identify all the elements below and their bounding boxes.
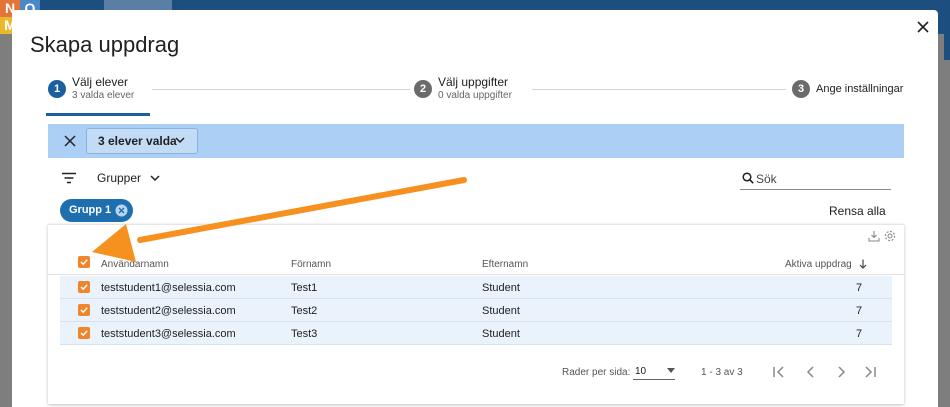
close-icon bbox=[64, 135, 76, 147]
download-icon[interactable] bbox=[868, 230, 880, 242]
cell-last-name: Student bbox=[482, 305, 520, 317]
step-number: 3 bbox=[792, 80, 810, 98]
cell-last-name: Student bbox=[482, 328, 520, 340]
rows-per-page-select[interactable]: 10 bbox=[633, 364, 675, 380]
check-icon bbox=[80, 284, 88, 291]
cell-first-name: Test2 bbox=[291, 305, 318, 317]
cell-username: teststudent3@selessia.com bbox=[101, 328, 236, 340]
last-page-icon[interactable] bbox=[863, 365, 877, 379]
clear-selection-button[interactable] bbox=[62, 133, 78, 149]
check-icon bbox=[80, 330, 88, 337]
col-active-assignments-label: Aktiva uppdrag bbox=[785, 259, 852, 270]
col-active-assignments[interactable]: Aktiva uppdrag bbox=[785, 259, 867, 270]
clear-all-button[interactable]: Rensa alla bbox=[829, 204, 886, 218]
rows-per-page-label: Rader per sida: bbox=[562, 367, 631, 378]
first-page-icon[interactable] bbox=[772, 365, 786, 379]
previous-page-icon[interactable] bbox=[804, 365, 818, 379]
cell-active-assignments: 7 bbox=[856, 328, 863, 340]
filter-row: Grupper bbox=[48, 166, 904, 192]
step-connector bbox=[152, 89, 410, 90]
step-connector bbox=[532, 89, 786, 90]
groups-label: Grupper bbox=[97, 171, 142, 185]
row-checkbox[interactable] bbox=[78, 327, 90, 339]
cell-username: teststudent1@selessia.com bbox=[101, 282, 236, 294]
table-row[interactable]: teststudent3@selessia.com Test3 Student … bbox=[60, 322, 892, 345]
chevron-down-icon bbox=[175, 137, 185, 144]
chevron-down-icon bbox=[150, 175, 160, 182]
search-icon bbox=[742, 172, 754, 184]
step-settings[interactable]: 3 Ange inställningar bbox=[792, 72, 903, 112]
groups-dropdown[interactable]: Grupper bbox=[97, 171, 160, 185]
dialog-title: Skapa uppdrag bbox=[30, 32, 180, 57]
check-icon bbox=[80, 259, 88, 266]
cell-active-assignments: 7 bbox=[856, 282, 863, 294]
remove-chip-icon[interactable] bbox=[115, 204, 128, 217]
row-checkbox[interactable] bbox=[78, 281, 90, 293]
dropdown-arrow-icon bbox=[667, 368, 675, 373]
table-row[interactable]: teststudent1@selessia.com Test1 Student … bbox=[60, 276, 892, 299]
cell-username: teststudent2@selessia.com bbox=[101, 305, 236, 317]
rows-per-page-value: 10 bbox=[635, 366, 647, 377]
table-tools bbox=[868, 230, 896, 242]
gear-icon[interactable] bbox=[884, 230, 896, 242]
cell-last-name: Student bbox=[482, 282, 520, 294]
step-title: Välj uppgifter bbox=[438, 75, 509, 89]
background-tab bbox=[104, 0, 172, 10]
step-title: Ange inställningar bbox=[816, 83, 904, 95]
cell-first-name: Test1 bbox=[291, 282, 318, 294]
stepper: 1 Välj elever 3 valda elever 2 Välj uppg… bbox=[12, 72, 938, 124]
selected-students-dropdown[interactable]: 3 elever valda bbox=[86, 128, 198, 154]
page-range: 1 - 3 av 3 bbox=[701, 367, 743, 378]
group-filter-chip: Grupp 1 bbox=[60, 199, 133, 222]
create-assignment-dialog: Skapa uppdrag 1 Välj elever 3 valda elev… bbox=[12, 10, 938, 407]
select-all-checkbox[interactable] bbox=[78, 256, 90, 268]
col-first-name[interactable]: Förnamn bbox=[291, 259, 331, 270]
search-field bbox=[740, 168, 891, 190]
table-header-row: Användarnamn Förnamn Efternamn Aktiva up… bbox=[48, 245, 904, 275]
selected-count-label: 3 elever valda bbox=[98, 134, 177, 148]
background-edge bbox=[944, 0, 950, 60]
chip-label: Grupp 1 bbox=[69, 204, 112, 216]
step-title: Välj elever bbox=[72, 75, 129, 89]
check-icon bbox=[80, 307, 88, 314]
step-number: 2 bbox=[414, 80, 432, 98]
step-subtitle: 3 valda elever bbox=[72, 90, 135, 101]
search-input[interactable] bbox=[756, 170, 886, 188]
col-username[interactable]: Användarnamn bbox=[101, 259, 169, 270]
filter-icon[interactable] bbox=[62, 172, 76, 184]
step-number: 1 bbox=[48, 80, 66, 98]
next-page-icon[interactable] bbox=[834, 365, 848, 379]
pagination: Rader per sida: 10 1 - 3 av 3 bbox=[48, 361, 904, 383]
close-dialog-button[interactable] bbox=[914, 18, 932, 36]
col-last-name[interactable]: Efternamn bbox=[482, 259, 528, 270]
row-checkbox[interactable] bbox=[78, 304, 90, 316]
cell-active-assignments: 7 bbox=[856, 305, 863, 317]
active-step-indicator bbox=[46, 113, 150, 116]
students-table: Användarnamn Förnamn Efternamn Aktiva up… bbox=[48, 224, 904, 404]
selection-bar: 3 elever valda bbox=[48, 124, 904, 158]
step-choose-students[interactable]: 1 Välj elever 3 valda elever bbox=[48, 72, 134, 112]
step-choose-tasks[interactable]: 2 Välj uppgifter 0 valda uppgifter bbox=[414, 72, 512, 112]
cell-first-name: Test3 bbox=[291, 328, 318, 340]
table-row[interactable]: teststudent2@selessia.com Test2 Student … bbox=[60, 299, 892, 322]
close-icon bbox=[917, 21, 929, 33]
step-subtitle: 0 valda uppgifter bbox=[438, 90, 512, 101]
arrow-down-icon bbox=[859, 259, 866, 270]
